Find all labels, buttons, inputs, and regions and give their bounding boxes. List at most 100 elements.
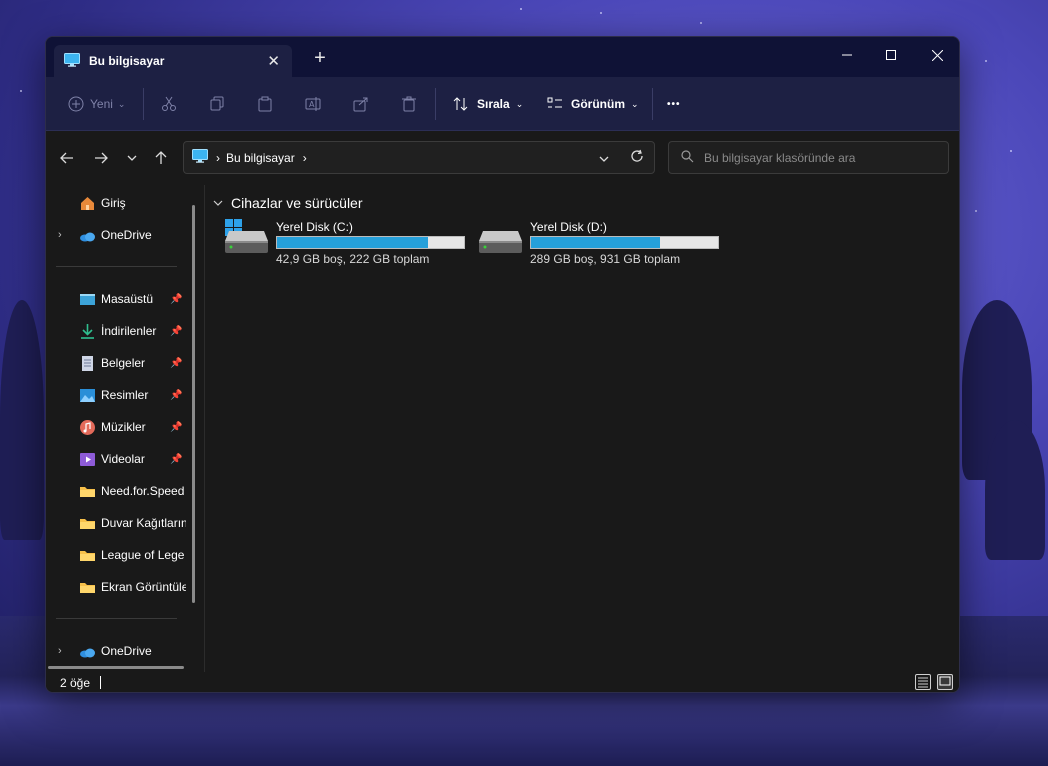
item-count: 2 öğe [60,676,91,690]
more-icon: ••• [667,98,681,110]
group-title: Cihazlar ve sürücüler [231,195,363,211]
svg-text:A: A [309,100,315,109]
sidebar-item-onedrive[interactable]: › OneDrive [46,221,186,249]
pin-icon[interactable]: 📌 [170,294,182,305]
sort-icon [451,94,471,114]
sidebar-horizontal-scrollbar[interactable] [48,666,184,669]
wallpaper-star [520,8,522,10]
back-arrow-icon[interactable] [56,147,78,169]
music-icon [79,419,96,436]
sidebar-item-folder[interactable]: Duvar Kağıtların [46,509,186,537]
recent-locations-chevron-icon[interactable] [121,147,143,169]
group-header[interactable]: Cihazlar ve sürücüler [213,195,363,211]
up-arrow-icon[interactable] [150,147,172,169]
copy-button[interactable] [207,91,227,117]
pin-icon[interactable]: 📌 [170,422,182,433]
drive-item[interactable]: Yerel Disk (C:) 42,9 GB boş, 222 GB topl… [205,219,465,269]
delete-button[interactable] [399,91,419,117]
tiles-view-icon[interactable] [937,674,953,690]
expand-chevron-icon[interactable]: › [58,645,62,657]
sidebar-item-label: Giriş [101,196,126,210]
sidebar-item-videos[interactable]: Videolar 📌 [46,445,186,473]
address-history-chevron-icon[interactable] [599,151,609,165]
pin-icon[interactable]: 📌 [170,358,182,369]
expand-chevron-icon[interactable]: › [58,229,62,241]
chevron-down-icon: ⌄ [631,98,639,109]
wallpaper-star [985,60,987,62]
maximize-button[interactable] [868,41,914,69]
sidebar-item-desktop[interactable]: Masaüstü 📌 [46,285,186,313]
sort-button[interactable]: Sırala ⌄ [451,91,523,117]
close-tab-icon[interactable]: ✕ [267,52,280,70]
breadcrumb-separator-icon[interactable]: › [303,151,307,165]
sidebar-item-downloads[interactable]: İndirilenler 📌 [46,317,186,345]
new-button-label: Yeni [90,97,113,111]
sidebar-item-music[interactable]: Müzikler 📌 [46,413,186,441]
rename-button[interactable]: A [303,91,323,117]
sidebar-item-folder[interactable]: Ekran Görüntüle [46,573,186,601]
folder-icon [79,579,96,596]
sidebar-item-label: Müzikler [101,420,146,434]
wallpaper-tree [0,300,44,540]
view-list-icon [545,94,565,114]
wallpaper-star [700,22,702,24]
file-view: Cihazlar ve sürücüler Yerel Disk (C:) 42… [205,185,959,672]
drive-usage-bar [530,236,719,249]
drive-name: Yerel Disk (D:) [530,220,607,234]
file-explorer-window: Bu bilgisayar ✕ + Yeni ⌄ A Sırala ⌄ Görü… [45,36,960,693]
sidebar-item-label: Ekran Görüntüle [101,580,186,594]
refresh-icon[interactable] [630,149,644,166]
paste-button[interactable] [255,91,275,117]
drive-item[interactable]: Yerel Disk (D:) 289 GB boş, 931 GB topla… [459,219,719,269]
forward-arrow-icon[interactable] [90,147,112,169]
cut-button[interactable] [159,91,179,117]
wallpaper-star [1010,150,1012,152]
plus-circle-icon [66,94,86,114]
details-view-icon[interactable] [915,674,931,690]
breadcrumb-this-pc[interactable]: Bu bilgisayar [226,151,295,165]
command-bar: Yeni ⌄ A Sırala ⌄ Görünüm ⌄ ••• [46,77,959,131]
folder-icon [79,547,96,564]
pin-icon[interactable]: 📌 [170,454,182,465]
navigation-pane: Giriş › OneDrive Masaüstü 📌 İndirilenler… [46,185,193,672]
sidebar-item-folder[interactable]: League of Lege [46,541,186,569]
folder-icon [79,483,96,500]
chevron-down-icon: ⌄ [117,98,126,109]
sidebar-item-label: Resimler [101,388,149,402]
sidebar-item-home[interactable]: Giriş [46,189,186,217]
minimize-button[interactable] [824,41,870,69]
copy-icon [207,94,227,114]
address-bar[interactable]: › Bu bilgisayar › [183,141,655,174]
video-icon [79,451,96,468]
sidebar-item-folder[interactable]: Need.for.Speed [46,477,186,505]
collapse-chevron-icon[interactable] [213,197,223,209]
new-tab-button[interactable]: + [308,47,332,70]
sidebar-item-onedrive[interactable]: › OneDrive [46,637,186,665]
search-box[interactable]: Bu bilgisayar klasöründe ara [668,141,949,174]
sidebar-item-label: İndirilenler [101,324,157,338]
sidebar-vertical-scrollbar[interactable] [192,205,195,603]
download-icon [79,323,96,340]
wallpaper-star [20,90,22,92]
pin-icon[interactable]: 📌 [170,390,182,401]
view-button[interactable]: Görünüm ⌄ [545,91,639,117]
sidebar-item-documents[interactable]: Belgeler 📌 [46,349,186,377]
sidebar-item-label: League of Lege [101,548,185,562]
pin-icon[interactable]: 📌 [170,326,182,337]
new-button[interactable]: Yeni ⌄ [66,91,125,117]
close-window-button[interactable] [914,41,959,69]
computer-icon [192,149,208,166]
sidebar-item-pictures[interactable]: Resimler 📌 [46,381,186,409]
more-options-button[interactable]: ••• [667,91,681,117]
title-bar: Bu bilgisayar ✕ + [46,37,959,77]
desktop-icon [79,291,96,308]
search-input[interactable]: Bu bilgisayar klasöründe ara [704,151,855,165]
share-button[interactable] [351,91,371,117]
rename-icon: A [303,94,323,114]
sidebar-divider [56,618,177,619]
sidebar-item-label: Need.for.Speed [101,484,185,498]
tab-this-pc[interactable]: Bu bilgisayar ✕ [54,45,292,77]
breadcrumb-separator-icon[interactable]: › [216,151,220,165]
navigation-bar: › Bu bilgisayar › Bu bilgisayar klasörün… [46,131,959,185]
chevron-down-icon: ⌄ [515,98,524,109]
